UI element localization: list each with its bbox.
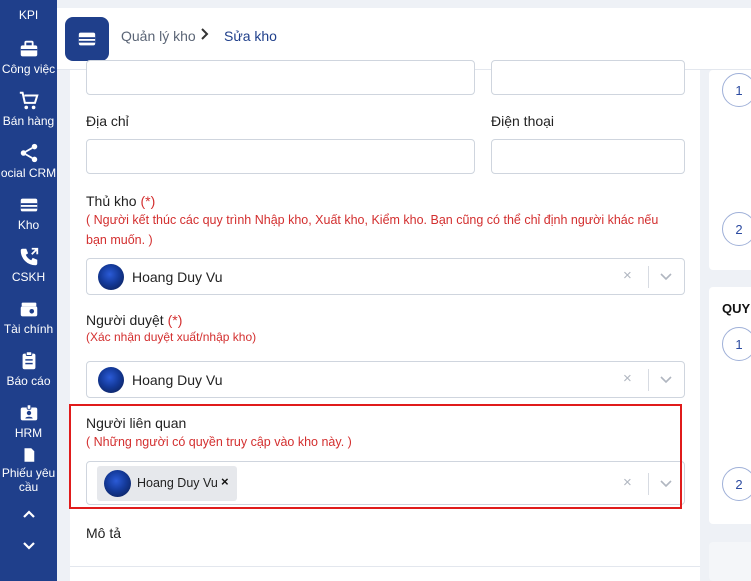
- scroll-down-button[interactable]: [0, 538, 57, 559]
- sidebar-item-cong-viec[interactable]: Công việc: [0, 38, 57, 76]
- chevron-up-icon: [22, 510, 35, 518]
- workflow-step: 2: [722, 212, 751, 246]
- warehouse-icon: [78, 32, 96, 46]
- module-home-button[interactable]: [65, 17, 109, 61]
- sidebar-item-kho[interactable]: Kho: [0, 194, 57, 232]
- scroll-up-button[interactable]: [0, 506, 57, 527]
- chevron-right-icon: [201, 28, 209, 40]
- sidebar: KPI Công việc Bán hàng ocial CRM Kho CSK…: [0, 0, 57, 581]
- phone-icon: [20, 247, 38, 266]
- clipboard-icon: [22, 351, 35, 370]
- sidebar-item-label: Kho: [17, 218, 40, 232]
- chevron-down-icon: [22, 542, 35, 550]
- phone-label: Điện thoại: [491, 113, 555, 129]
- address-field[interactable]: [86, 139, 475, 174]
- sidebar-item-label: Phiếu yêu: [1, 466, 56, 480]
- breadcrumb-separator: [200, 27, 210, 44]
- annotation-highlight-box: [69, 404, 682, 509]
- sidebar-item-label: Bán hàng: [2, 114, 55, 128]
- sidebar-item-label: HRM: [14, 426, 43, 440]
- workflow-step: 2: [722, 467, 751, 501]
- panel-gap: [700, 70, 708, 581]
- description-label: Mô tả: [86, 525, 122, 541]
- approver-label-text: Người duyệt: [86, 312, 164, 328]
- sidebar-item-label: ocial CRM: [0, 166, 57, 180]
- avatar: [98, 264, 124, 290]
- sidebar-item-bao-cao[interactable]: Báo cáo: [0, 350, 57, 388]
- sidebar-item-label: KPI: [18, 8, 39, 22]
- keeper-hint: ( Người kết thúc các quy trình Nhập kho,…: [86, 210, 686, 250]
- keeper-selected-value: Hoang Duy Vu: [132, 269, 223, 285]
- header-cover: [70, 70, 700, 95]
- approver-select[interactable]: Hoang Duy Vu ×: [86, 361, 685, 398]
- workflow-step: 1: [722, 73, 751, 107]
- sidebar-item-cskh[interactable]: CSKH: [0, 246, 57, 284]
- sidebar-item-kpi[interactable]: KPI: [0, 8, 57, 22]
- clear-icon[interactable]: ×: [623, 267, 632, 284]
- cart-icon: [19, 91, 39, 110]
- clear-icon[interactable]: ×: [623, 370, 632, 387]
- id-badge-icon: [20, 404, 37, 421]
- finance-icon: [20, 302, 37, 317]
- sidebar-item-label: Tài chính: [3, 322, 54, 336]
- keeper-select[interactable]: Hoang Duy Vu ×: [86, 258, 685, 295]
- share-icon: [20, 143, 37, 163]
- workflow-card-next: [709, 542, 751, 581]
- chevron-down-icon[interactable]: [659, 374, 673, 386]
- sidebar-item-label: Báo cáo: [6, 374, 51, 388]
- approver-selected-value: Hoang Duy Vu: [132, 372, 223, 388]
- sidebar-item-tai-chinh[interactable]: Tài chính: [0, 298, 57, 336]
- required-mark: (*): [167, 312, 183, 328]
- sidebar-item-ban-hang[interactable]: Bán hàng: [0, 90, 57, 128]
- approver-label: Người duyệt (*): [86, 312, 182, 328]
- keeper-hint-line1: ( Người kết thúc các quy trình Nhập kho,…: [86, 213, 659, 227]
- warehouse-icon: [20, 198, 37, 212]
- chevron-down-icon[interactable]: [659, 271, 673, 283]
- keeper-label-text: Thủ kho: [86, 193, 137, 209]
- breadcrumb-current: Sửa kho: [224, 28, 277, 44]
- workflow-card-heading: QUY: [722, 301, 751, 316]
- avatar: [98, 367, 124, 393]
- breadcrumb-parent[interactable]: Quản lý kho: [121, 28, 196, 44]
- workflow-step: 1: [722, 327, 751, 361]
- sidebar-item-label: CSKH: [11, 270, 46, 284]
- select-divider: [648, 369, 649, 391]
- keeper-label: Thủ kho (*): [86, 193, 155, 209]
- phone-field[interactable]: [491, 139, 685, 174]
- briefcase-icon: [20, 40, 37, 57]
- required-mark: (*): [140, 193, 156, 209]
- sidebar-item-label-line2: cầu: [18, 480, 39, 494]
- sidebar-item-label: Công việc: [1, 62, 56, 76]
- panel-divider: [70, 566, 700, 567]
- sidebar-item-phieu-yeu-cau[interactable]: Phiếu yêu cầu: [0, 446, 57, 494]
- document-icon: [24, 448, 34, 462]
- keeper-hint-line2: bạn muốn. ): [86, 233, 153, 247]
- header-top-strip: [57, 0, 751, 8]
- approver-hint: (Xác nhận duyệt xuất/nhập kho): [86, 330, 257, 344]
- address-label: Địa chỉ: [86, 113, 129, 129]
- sidebar-item-hrm[interactable]: HRM: [0, 402, 57, 440]
- sidebar-item-social-crm[interactable]: ocial CRM: [0, 142, 57, 180]
- select-divider: [648, 266, 649, 288]
